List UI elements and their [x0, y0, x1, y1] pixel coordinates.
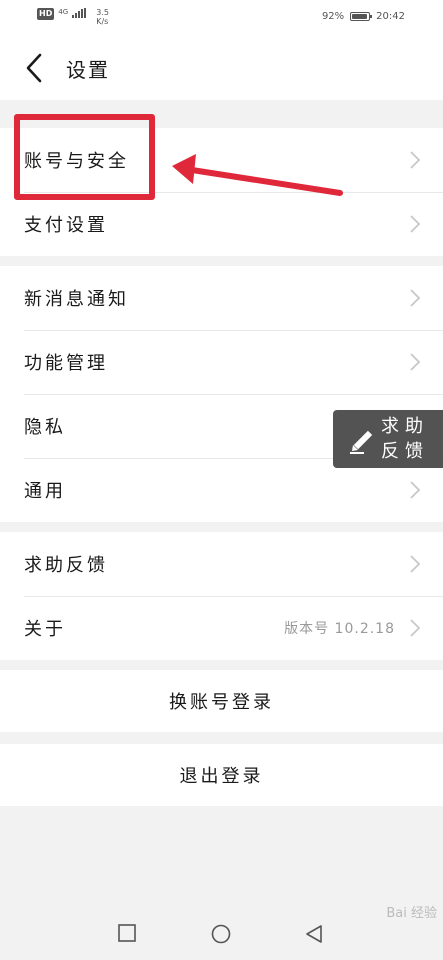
- header: 设置: [0, 36, 443, 100]
- switch-account-label: 换账号登录: [169, 692, 274, 713]
- page-title: 设置: [66, 58, 110, 82]
- row-label: 新消息通知: [24, 289, 129, 310]
- switch-account-button[interactable]: 换账号登录: [0, 670, 443, 732]
- chevron-right-icon: [409, 480, 421, 500]
- clock: 20:42: [376, 11, 405, 22]
- row-feature-management[interactable]: 功能管理: [0, 330, 443, 394]
- row-help-feedback[interactable]: 求助反馈: [0, 532, 443, 596]
- chevron-right-icon: [409, 352, 421, 372]
- network-type: 4G: [58, 8, 69, 16]
- row-label: 关于: [24, 619, 66, 640]
- signal-icon: [72, 8, 87, 18]
- network-speed: 3.5 K/s: [96, 8, 109, 26]
- row-label: 求助反馈: [24, 555, 108, 576]
- row-label: 通用: [24, 481, 66, 502]
- speed-value: 3.5: [96, 8, 109, 17]
- floating-feedback-text: 求助 反馈: [381, 414, 437, 464]
- back-triangle-icon[interactable]: [305, 924, 323, 944]
- status-bar: HD 4G 3.5 K/s 92% 20:42: [0, 0, 443, 36]
- floating-line-2: 反馈: [381, 441, 429, 462]
- logout-button[interactable]: 退出登录: [0, 744, 443, 806]
- chevron-right-icon: [409, 288, 421, 308]
- back-button[interactable]: [18, 50, 50, 86]
- row-label: 功能管理: [24, 353, 108, 374]
- battery-icon: [350, 12, 373, 21]
- battery-percent: 92%: [321, 11, 345, 22]
- floating-line-1: 求助: [381, 416, 429, 437]
- speed-unit: K/s: [96, 17, 109, 26]
- row-notifications[interactable]: 新消息通知: [0, 266, 443, 330]
- status-left: HD 4G 3.5 K/s: [37, 8, 109, 26]
- pencil-icon: [350, 430, 373, 454]
- chevron-right-icon: [409, 618, 421, 638]
- row-label: 支付设置: [24, 215, 108, 236]
- hd-badge: HD: [37, 8, 55, 20]
- watermark-logo: Bai 经验: [386, 906, 437, 921]
- chevron-right-icon: [409, 554, 421, 574]
- row-payment-settings[interactable]: 支付设置: [0, 192, 443, 256]
- recent-apps-icon[interactable]: [118, 924, 136, 942]
- chevron-right-icon: [409, 214, 421, 234]
- back-arrow-icon: [26, 53, 42, 83]
- floating-feedback-button[interactable]: 求助 反馈: [333, 410, 443, 468]
- chevron-right-icon: [409, 150, 421, 170]
- system-nav-bar: [0, 900, 443, 960]
- status-right: 92% 20:42: [322, 11, 405, 22]
- home-icon[interactable]: [211, 924, 231, 944]
- version-label: 版本号 10.2.18: [284, 621, 395, 637]
- logout-label: 退出登录: [179, 766, 264, 787]
- annotation-highlight-box: [14, 114, 155, 200]
- settings-group-help: 求助反馈 关于 版本号 10.2.18: [0, 532, 443, 660]
- row-about[interactable]: 关于 版本号 10.2.18: [0, 596, 443, 660]
- row-label: 隐私: [24, 417, 66, 438]
- settings-group-general: 新消息通知 功能管理 隐私 通用: [0, 266, 443, 522]
